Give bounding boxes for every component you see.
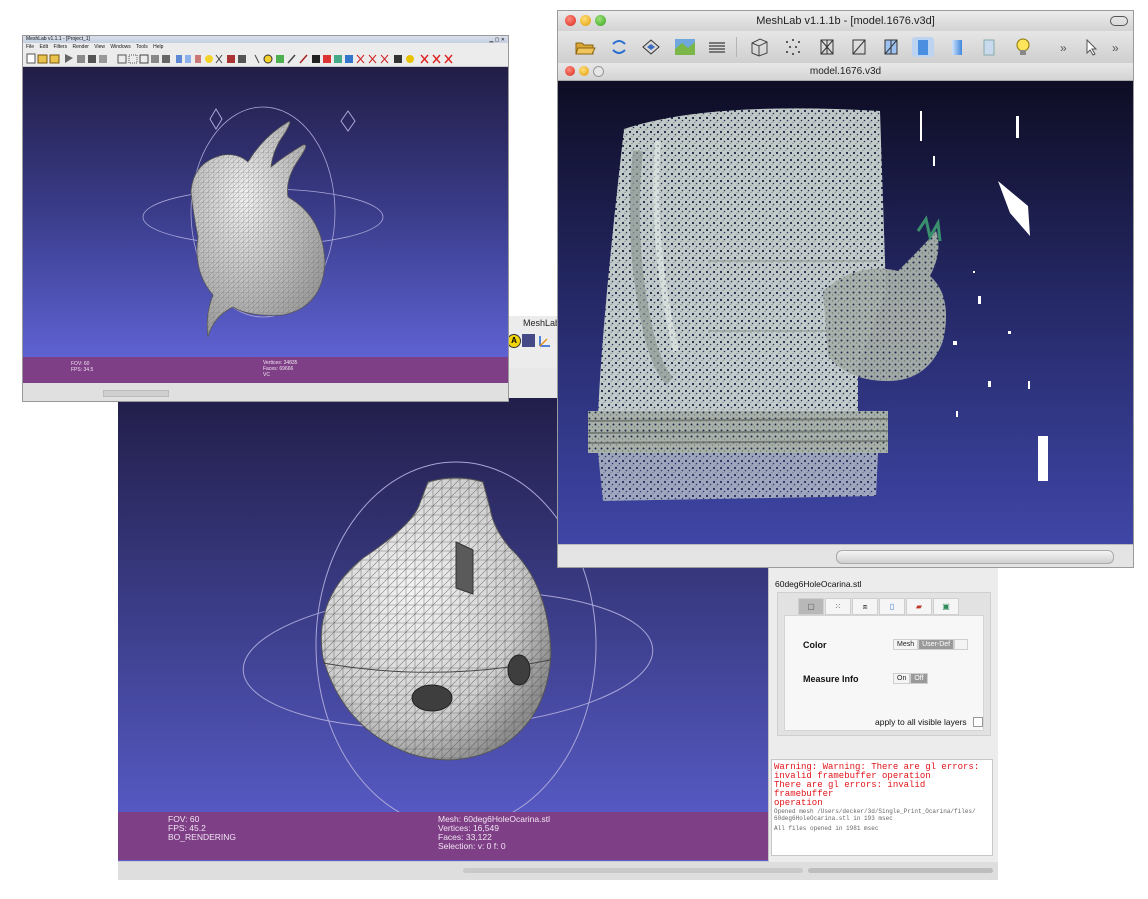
panel-mesh-title: 60deg6HoleOcarina.stl [775, 579, 862, 589]
horizontal-scrollbar[interactable] [463, 868, 803, 873]
color-label: Color [803, 640, 827, 650]
log-message-line: 60deg6HoleOcarina.stl in 193 msec [774, 815, 893, 822]
open-folder-icon[interactable] [574, 37, 596, 57]
bunny-status-field [103, 390, 169, 397]
save-icon[interactable] [640, 37, 662, 57]
toolbar-overflow-icon[interactable]: » [1060, 41, 1067, 55]
flat-lines-icon[interactable] [880, 37, 902, 57]
decoration-tabs: ▢ ⁙ ⧈ ▯ ▰ ▣ [798, 598, 960, 615]
pick-icon[interactable] [1080, 37, 1102, 57]
fragment-title: MeshLab [523, 318, 561, 328]
measure-info-toggle[interactable]: On Off [893, 673, 928, 684]
building-window: MeshLab v1.1.1b - [model.1676.v3d] » » m… [557, 10, 1134, 568]
horizontal-scrollbar-track[interactable] [836, 550, 1114, 564]
tab-measure-icon[interactable]: ▣ [933, 598, 959, 615]
measure-option-on[interactable]: On [893, 673, 911, 684]
menu-filters[interactable]: Filters [53, 44, 67, 50]
menu-edit[interactable]: Edit [39, 44, 48, 50]
tab-points-icon[interactable]: ⁙ [825, 598, 851, 615]
tab-texture-icon[interactable]: ▰ [906, 598, 932, 615]
bunny-window: MeshLab v1.1.1 - [Project_1] ▁ ▢ ✕ File … [22, 35, 509, 402]
bunny-fps-readout: FPS: 34.5 [71, 367, 94, 373]
bunny-mesh [142, 106, 384, 338]
menu-help[interactable]: Help [153, 44, 163, 50]
building-window-title: MeshLab v1.1.1b - [model.1676.v3d] [756, 15, 935, 27]
building-viewport[interactable] [558, 81, 1133, 544]
tab-smooth-icon[interactable]: ▯ [879, 598, 905, 615]
color-option-mesh[interactable]: Mesh [893, 639, 919, 650]
measure-option-off[interactable]: Off [910, 673, 928, 684]
axes-icon[interactable] [538, 334, 551, 347]
bunny-mode-readout: VC [263, 372, 270, 378]
log-error-line: operation [774, 798, 823, 808]
color-swatch[interactable] [954, 639, 969, 650]
toolbar-overflow-icon-2[interactable]: » [1112, 41, 1119, 55]
hidden-lines-icon[interactable] [848, 37, 870, 57]
building-bottom-bar [558, 544, 1133, 567]
smooth-shading-icon[interactable] [946, 37, 968, 57]
color-selector[interactable]: Mesh User-Def [893, 639, 969, 650]
log-error-line: There are gl errors: invalid framebuffer [774, 780, 926, 799]
log-panel: Warning: Warning: There are gl errors: i… [771, 759, 993, 856]
menu-windows[interactable]: Windows [110, 44, 130, 50]
reload-icon[interactable] [608, 37, 630, 57]
bunny-menu-bar: File Edit Filters Render View Windows To… [23, 43, 508, 51]
measure-info-label: Measure Info [803, 674, 859, 684]
bunny-toolbar-icons[interactable] [23, 51, 508, 66]
toolbar-toggle-button[interactable] [1110, 16, 1128, 26]
points-icon[interactable] [782, 37, 804, 57]
building-toolbar: » » [558, 31, 1133, 63]
tab-wireframe-icon[interactable]: ⧈ [852, 598, 878, 615]
ocarina-bottom-bar [118, 861, 998, 880]
bunny-toolbar [23, 51, 508, 67]
apply-visible-layers-checkbox[interactable] [973, 717, 983, 727]
horizontal-scrollbar-thumb[interactable] [808, 868, 993, 873]
render-mode-readout: BO_RENDERING [168, 832, 237, 842]
bunny-status-bar [23, 383, 508, 401]
decoration-options: Color Mesh User-Def Measure Info On Off [784, 615, 984, 731]
layer-icon[interactable] [522, 334, 535, 347]
bunny-info-bar: FOV: 60 FPS: 34.5 Vertices: 34835 Faces:… [23, 357, 508, 383]
bunny-title-bar: MeshLab v1.1.1 - [Project_1] ▁ ▢ ✕ [23, 36, 508, 43]
light-icon[interactable] [1012, 37, 1034, 57]
bunny-viewport[interactable] [23, 67, 508, 357]
snapshot-icon[interactable] [674, 37, 696, 57]
log-message-line: All files opened in 1981 msec [774, 825, 879, 832]
decoration-settings-box: ▢ ⁙ ⧈ ▯ ▰ ▣ Color Mesh User-Def Measure … [777, 592, 991, 736]
flat-shading-icon[interactable] [912, 37, 934, 57]
wireframe-icon[interactable] [816, 37, 838, 57]
annotation-icon[interactable]: A [507, 334, 521, 348]
log-message-line: Opened mesh /Users/decker/3d/Single_Prin… [774, 808, 976, 815]
building-pointcloud [587, 108, 1048, 501]
bbox-icon[interactable] [748, 37, 770, 57]
ocarina-info-bar: FOV: 60 FPS: 45.2 BO_RENDERING Mesh: 60d… [118, 812, 768, 860]
menu-render[interactable]: Render [72, 44, 88, 50]
menu-tools[interactable]: Tools [136, 44, 148, 50]
color-option-user-def[interactable]: User-Def [918, 639, 955, 650]
texture-icon[interactable] [978, 37, 1000, 57]
decorator-panel: 60deg6HoleOcarina.stl ▢ ⁙ ⧈ ▯ ▰ ▣ Color … [768, 562, 998, 862]
selection-readout: Selection: v: 0 f: 0 [438, 841, 506, 851]
menu-view[interactable]: View [94, 44, 105, 50]
menu-file[interactable]: File [23, 44, 34, 50]
layers-icon[interactable] [706, 37, 728, 57]
tab-bbox-icon[interactable]: ▢ [798, 598, 824, 615]
document-title: model.1676.v3d [809, 66, 882, 77]
bunny-window-title: MeshLab v1.1.1 - [Project_1] [26, 36, 90, 42]
apply-visible-layers-label: apply to all visible layers [875, 717, 967, 727]
toolbar-separator [736, 37, 737, 57]
